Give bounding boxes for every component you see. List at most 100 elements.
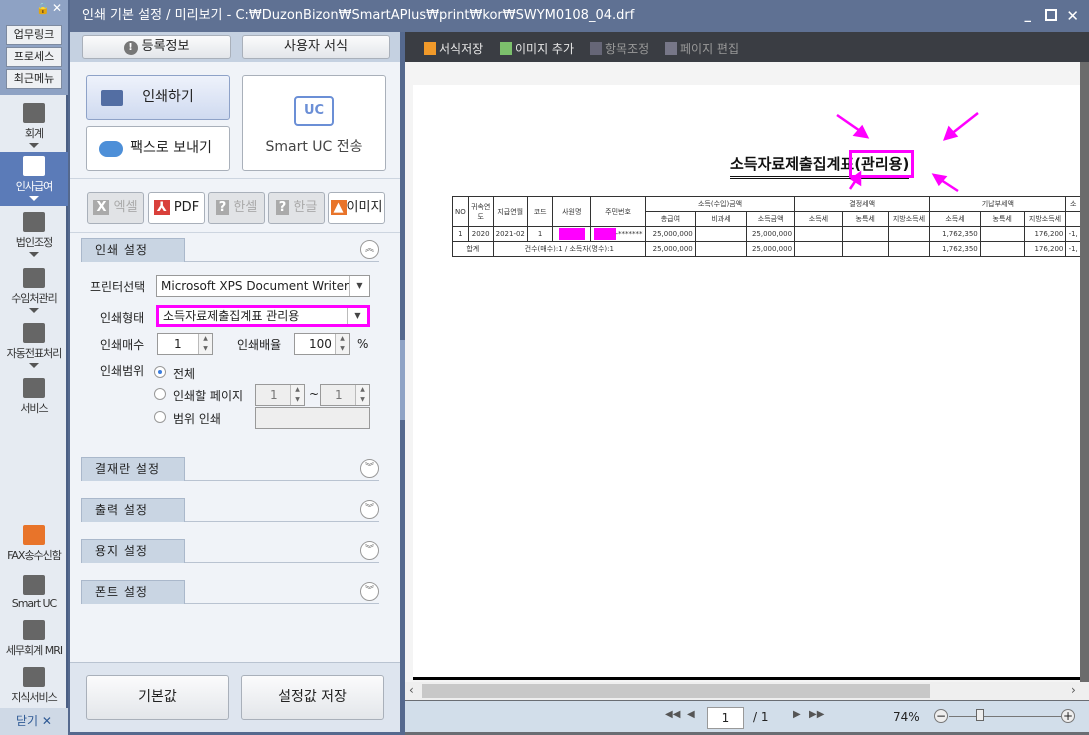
- send-fax-button[interactable]: 팩스로 보내기: [86, 126, 230, 171]
- last-page-button[interactable]: ▶▶: [809, 709, 824, 720]
- print-type-select[interactable]: 소득자료제출집계표 관리용 ▼: [156, 305, 370, 327]
- expand-icon[interactable]: ︾: [360, 459, 379, 478]
- add-image-button[interactable]: 이미지 추가: [500, 40, 574, 57]
- zoom-slider-track[interactable]: [949, 716, 1061, 717]
- export-hancell-button[interactable]: ? 한셀: [208, 192, 265, 224]
- client-icon: [23, 268, 45, 288]
- copies-stepper[interactable]: 1 ▲ ▼: [157, 333, 213, 355]
- export-image-button[interactable]: ▲ 이미지: [328, 192, 385, 224]
- horizontal-scrollbar[interactable]: ‹ ›: [405, 682, 1089, 700]
- close-label: 닫기: [16, 714, 39, 728]
- printer-select[interactable]: Microsoft XPS Document Writer ▼: [156, 275, 370, 297]
- adjust-items-button[interactable]: 항목조정: [590, 40, 649, 57]
- spin-arrows-icon[interactable]: ▲ ▼: [290, 385, 304, 405]
- user-format-button[interactable]: 사용자 서식: [242, 35, 390, 59]
- maximize-button[interactable]: [1045, 9, 1057, 21]
- expand-icon[interactable]: ︾: [360, 582, 379, 601]
- scroll-left-icon[interactable]: ‹: [409, 683, 414, 697]
- zoom-out-button[interactable]: −: [934, 709, 948, 723]
- expand-icon[interactable]: ︾: [360, 500, 379, 519]
- floppy-icon: [424, 42, 436, 55]
- approval-settings-section[interactable]: 결재란 설정 ︾: [81, 457, 379, 481]
- save-settings-button[interactable]: 설정값 저장: [241, 675, 384, 720]
- print-button[interactable]: 인쇄하기: [86, 75, 230, 120]
- label: 엑셀: [113, 200, 138, 215]
- range-custom-input[interactable]: [255, 407, 370, 429]
- pulse-chart-icon: [23, 620, 45, 640]
- header-cell: 소: [1065, 196, 1080, 212]
- scale-label: 인쇄배율: [237, 338, 282, 352]
- scroll-thumb[interactable]: [422, 684, 930, 698]
- cell: 합계: [452, 241, 494, 257]
- smart-uc-send-button[interactable]: UC Smart UC 전송: [242, 75, 386, 171]
- expand-icon[interactable]: ︾: [360, 541, 379, 560]
- paper-settings-section[interactable]: 용지 설정 ︾: [81, 539, 379, 563]
- arrow-icon: [949, 112, 979, 136]
- sidebar-item-corporate[interactable]: 법인조정: [0, 212, 68, 257]
- export-hangul-button[interactable]: ? 한글: [268, 192, 325, 224]
- sidebar-item-fax[interactable]: FAX송수신함: [0, 525, 68, 563]
- lock-icon[interactable]: 🔒: [36, 2, 50, 15]
- minimize-button[interactable]: _: [1025, 0, 1032, 32]
- sidebar-label: 자동전표처리: [6, 347, 63, 360]
- scale-stepper[interactable]: 100 ▲ ▼: [294, 333, 350, 355]
- scroll-right-icon[interactable]: ›: [1071, 683, 1076, 697]
- range-all-radio[interactable]: [154, 366, 166, 378]
- spin-arrows-icon[interactable]: ▲ ▼: [335, 334, 349, 354]
- tilde: ~: [309, 387, 320, 401]
- process-button[interactable]: 프로세스: [6, 47, 62, 67]
- page-to-stepper[interactable]: 1 ▲ ▼: [320, 384, 370, 406]
- filter-icon: [590, 42, 602, 55]
- edit-page-icon: [665, 42, 677, 55]
- page-number-input[interactable]: 1: [707, 707, 744, 729]
- excel-icon: X: [93, 200, 110, 215]
- next-page-button[interactable]: ▶: [793, 709, 801, 720]
- collapse-icon[interactable]: ︽: [360, 240, 379, 259]
- save-format-button[interactable]: 서식저장: [424, 40, 483, 57]
- page-from-stepper[interactable]: 1 ▲ ▼: [255, 384, 305, 406]
- default-button[interactable]: 기본값: [86, 675, 229, 720]
- work-link-button[interactable]: 업무링크: [6, 25, 62, 45]
- header-cell: 주민번호: [590, 196, 646, 227]
- cell: [694, 226, 748, 242]
- export-pdf-button[interactable]: ⅄ PDF: [148, 192, 205, 224]
- sidebar-item-auto-voucher[interactable]: 자동전표처리: [0, 323, 68, 368]
- chevron-down-icon: [29, 196, 39, 201]
- edit-page-button[interactable]: 페이지 편집: [665, 40, 739, 57]
- sidebar-item-mri[interactable]: 세무회계 MRI: [0, 620, 68, 658]
- prev-page-button[interactable]: ◀: [687, 709, 695, 720]
- sidebar-close-button[interactable]: 닫기 ✕: [0, 708, 68, 735]
- sidebar-item-accounting[interactable]: 회계: [0, 103, 68, 151]
- table-row: 1 2020 2021-02 1 -******* 25,000,000 25,…: [452, 226, 1080, 242]
- registration-info-button[interactable]: ! 등록정보: [82, 35, 231, 59]
- header-cell: 코드: [526, 196, 554, 227]
- sidebar-item-clients[interactable]: 수임처관리: [0, 268, 68, 313]
- printer-label: 프린터선택: [90, 280, 146, 294]
- section-title: 출력 설정: [81, 498, 185, 522]
- sidebar-item-hr-payroll[interactable]: 인사급여: [0, 152, 68, 206]
- zoom-slider-thumb[interactable]: [976, 709, 985, 721]
- close-window-button[interactable]: ✕: [1066, 0, 1079, 32]
- recent-menu-button[interactable]: 최근메뉴: [6, 69, 62, 89]
- label: 등록정보: [141, 39, 190, 54]
- cell: 25,000,000: [746, 226, 796, 242]
- range-custom-radio[interactable]: [154, 411, 166, 423]
- export-excel-button[interactable]: X 엑셀: [87, 192, 144, 224]
- vertical-scrollbar[interactable]: [1080, 62, 1089, 682]
- spin-arrows-icon[interactable]: ▲ ▼: [355, 385, 369, 405]
- sidebar-item-service[interactable]: 서비스: [0, 378, 68, 416]
- output-settings-section[interactable]: 출력 설정 ︾: [81, 498, 379, 522]
- first-page-button[interactable]: ◀◀: [665, 709, 680, 720]
- sidebar-item-smart-uc[interactable]: Smart UC: [0, 575, 68, 610]
- zoom-in-button[interactable]: +: [1061, 709, 1075, 723]
- print-settings-section[interactable]: 인쇄 설정 ︽: [81, 238, 379, 262]
- printer-icon: [101, 90, 123, 106]
- redaction-mark: [558, 228, 585, 240]
- close-icon[interactable]: ✕: [52, 1, 62, 15]
- range-pages-radio[interactable]: [154, 388, 166, 400]
- copies-label: 인쇄매수: [100, 338, 145, 352]
- sidebar-item-knowledge[interactable]: 지식서비스: [0, 667, 68, 705]
- uc-chat-icon: [23, 575, 45, 595]
- font-settings-section[interactable]: 폰트 설정 ︾: [81, 580, 379, 604]
- spin-arrows-icon[interactable]: ▲ ▼: [198, 334, 212, 354]
